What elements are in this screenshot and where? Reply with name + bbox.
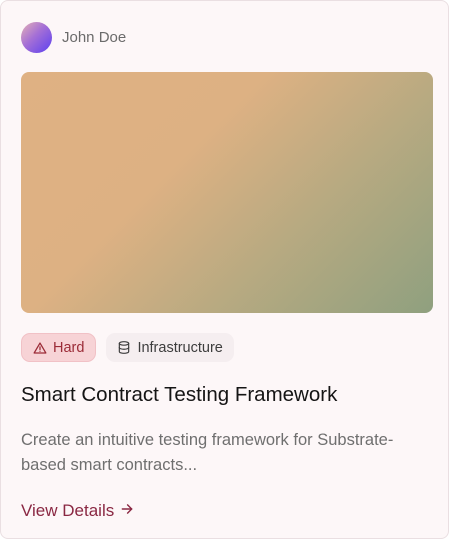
project-description: Create an intuitive testing framework fo… [21,431,394,474]
category-label: Infrastructure [137,339,223,356]
category-badge: Infrastructure [106,333,234,362]
difficulty-badge: Hard [21,333,97,362]
avatar [21,22,52,53]
tag-list: Hard Infrastructure [21,333,234,362]
author-name: John Doe [62,29,127,46]
project-card: John Doe Hard Infrastructure Smart Contr… [0,0,449,539]
difficulty-label: Hard [53,339,85,356]
project-title: Smart Contract Testing Framework [21,383,338,406]
view-details-label: View Details [21,501,115,520]
arrow-right-icon [120,499,134,523]
cover-image [21,72,433,313]
view-details-link[interactable]: View Details [21,499,134,523]
warning-triangle-icon [33,341,47,355]
author: John Doe [21,22,126,53]
database-icon [117,340,131,355]
